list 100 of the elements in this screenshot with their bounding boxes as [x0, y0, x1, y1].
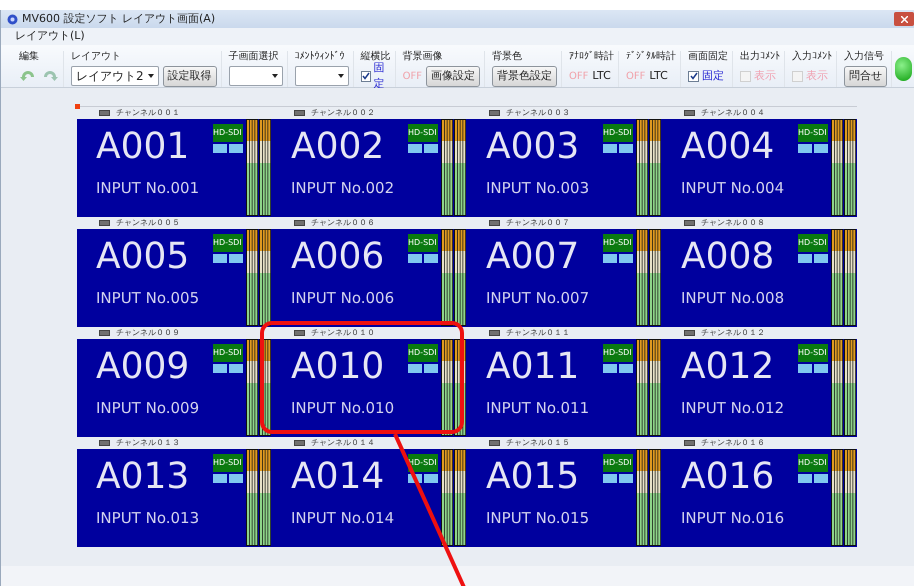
channel-tile[interactable]: A011 INPUT No.011 HD-SDI	[467, 339, 662, 437]
channel-tile[interactable]: A001 INPUT No.001 HD-SDI	[77, 119, 272, 217]
channel-icon	[294, 330, 305, 336]
channel-tile[interactable]: A008 INPUT No.008 HD-SDI	[662, 229, 857, 327]
channel-tile[interactable]: A005 INPUT No.005 HD-SDI	[77, 229, 272, 327]
channel-caption: チャンネル００２	[311, 109, 375, 117]
audio-indicator-icon	[424, 254, 438, 263]
channel-tile[interactable]: A002 INPUT No.002 HD-SDI	[272, 119, 467, 217]
group-label: ｺﾒﾝﾄｳｨﾝﾄﾞｳ	[294, 51, 345, 63]
clock-mode-label: LTC	[592, 68, 611, 84]
selection-marker[interactable]	[75, 104, 80, 109]
audio-indicator-icon	[213, 144, 227, 153]
caret-icon	[148, 74, 154, 78]
checkbox[interactable]	[360, 70, 371, 82]
channel-icon	[99, 330, 110, 336]
signal-badge: HD-SDI	[603, 234, 633, 252]
signal-badge: HD-SDI	[213, 454, 243, 472]
signal-badge: HD-SDI	[798, 234, 828, 252]
input-label: INPUT No.014	[291, 508, 396, 529]
channel-caption: チャンネル０１１	[506, 329, 570, 337]
undo-icon[interactable]	[19, 69, 37, 83]
channel-caption: チャンネル０１３	[116, 439, 180, 447]
audio-indicator-icon	[213, 364, 227, 373]
channel-tile[interactable]: A006 INPUT No.006 HD-SDI	[272, 229, 467, 327]
channel-icon	[489, 110, 500, 116]
audio-indicator-icon	[814, 364, 828, 373]
audio-indicator-icon	[619, 254, 633, 263]
window-title: MV600 設定ソフト レイアウト画面(A)	[22, 10, 216, 27]
audio-indicator-icon	[408, 364, 422, 373]
audio-indicator-icon	[619, 364, 633, 373]
input-label: INPUT No.012	[681, 398, 786, 419]
channel-tile[interactable]: A013 INPUT No.013 HD-SDI	[77, 449, 272, 547]
channel-caption: チャンネル０１０	[311, 329, 375, 337]
dropdown-field[interactable]: レイアウト2	[71, 66, 159, 86]
channel-caption: チャンネル００１	[116, 109, 180, 117]
audio-indicator-icon	[408, 254, 422, 263]
check-icon	[690, 72, 698, 80]
input-label: INPUT No.010	[291, 398, 396, 419]
input-label: INPUT No.009	[96, 398, 200, 419]
check-icon	[362, 72, 370, 80]
channel-caption: チャンネル０１６	[701, 439, 765, 447]
audio-indicator-icon	[814, 474, 828, 483]
input-label: INPUT No.007	[486, 288, 590, 309]
audio-indicator-icon	[424, 144, 438, 153]
channel-name: A001	[96, 125, 190, 169]
channel-tile[interactable]: A016 INPUT No.016 HD-SDI	[662, 449, 857, 547]
group-label: ﾃﾞｼﾞﾀﾙ時計	[626, 51, 676, 63]
channel-tile[interactable]: A010 INPUT No.010 HD-SDI	[272, 339, 467, 437]
channel-tile[interactable]: A012 INPUT No.012 HD-SDI	[662, 339, 857, 437]
group-label: 編集	[19, 51, 39, 63]
audio-indicator-icon	[619, 144, 633, 153]
checkbox[interactable]	[688, 70, 700, 82]
audio-indicator-icon	[619, 474, 633, 483]
signal-badge: HD-SDI	[603, 344, 633, 362]
channel-icon	[489, 220, 500, 226]
dropdown-field[interactable]	[294, 66, 349, 86]
channel-icon	[684, 110, 695, 116]
input-label: INPUT No.006	[291, 288, 396, 309]
audio-indicator-icon	[603, 254, 617, 263]
toolbar-button[interactable]: 背景色設定	[492, 66, 558, 86]
close-button[interactable]	[894, 12, 914, 26]
toolbar-button[interactable]: 問合せ	[844, 66, 888, 86]
redo-icon[interactable]	[41, 69, 59, 83]
channel-name: A010	[291, 345, 386, 389]
channel-tile[interactable]: A003 INPUT No.003 HD-SDI	[467, 119, 662, 217]
input-label: INPUT No.001	[96, 178, 200, 199]
audio-indicator-icon	[603, 144, 617, 153]
menu-item[interactable]: レイアウト(L)	[15, 28, 85, 45]
signal-badge: HD-SDI	[603, 454, 633, 472]
channel-name: A009	[96, 345, 190, 389]
audio-indicator-icon	[424, 364, 438, 373]
audio-indicator-icon	[603, 474, 617, 483]
channel-tile[interactable]: A009 INPUT No.009 HD-SDI	[77, 339, 272, 437]
channel-icon	[99, 110, 110, 116]
channel-icon	[99, 440, 110, 446]
channel-name: A007	[486, 235, 580, 279]
channel-name: A015	[486, 455, 580, 499]
input-label: INPUT No.016	[681, 508, 786, 529]
toolbar-button[interactable]: 画像設定	[426, 66, 480, 86]
group-label: レイアウト	[71, 51, 121, 63]
channel-tile[interactable]: A007 INPUT No.007 HD-SDI	[467, 229, 662, 327]
app-icon	[7, 14, 18, 24]
channel-name: A014	[291, 455, 386, 499]
group-label: 子画面選択	[228, 51, 279, 63]
channel-tile[interactable]: A004 INPUT No.004 HD-SDI	[662, 119, 857, 217]
dropdown-field[interactable]	[228, 66, 283, 86]
checkbox-label: 固定	[702, 68, 724, 84]
input-label: INPUT No.008	[681, 288, 786, 309]
audio-indicator-icon	[213, 254, 227, 263]
signal-badge: HD-SDI	[798, 344, 828, 362]
signal-badge: HD-SDI	[213, 344, 243, 362]
channel-name: A004	[681, 125, 776, 169]
audio-indicator-icon	[798, 144, 812, 153]
channel-name: A002	[291, 125, 386, 169]
toolbar-button[interactable]: 設定取得	[162, 66, 217, 86]
channel-tile[interactable]: A015 INPUT No.015 HD-SDI	[467, 449, 662, 547]
channel-icon	[294, 440, 305, 446]
channel-icon	[684, 220, 695, 226]
checkbox-label: 表示	[754, 68, 776, 84]
signal-badge: HD-SDI	[213, 124, 243, 142]
